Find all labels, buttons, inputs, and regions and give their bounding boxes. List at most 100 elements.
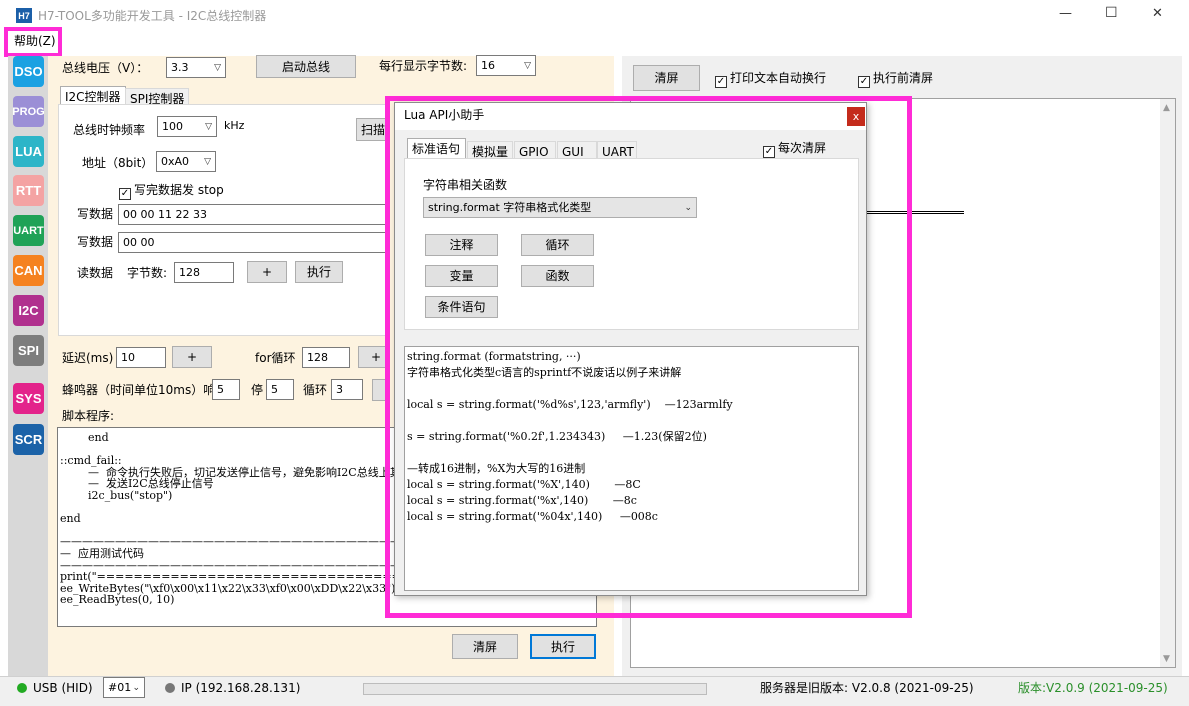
chevron-down-icon: ▽ (524, 60, 531, 71)
cycle-input[interactable]: 3 (331, 379, 363, 400)
stop-after-write-label: 写完数据发 stop (134, 183, 224, 197)
sidebar-item-can[interactable]: CAN (13, 255, 44, 286)
read-exec-button[interactable]: 执行 (295, 261, 343, 283)
clock-value: 100 (162, 120, 183, 133)
ip-status: IP (192.168.28.131) (181, 681, 301, 695)
sidebar-item-lua[interactable]: LUA (13, 136, 44, 167)
addr-label: 地址（8bit） (82, 156, 154, 170)
window-title: H7-TOOL多功能开发工具 - I2C总线控制器 (38, 9, 267, 23)
buzzer-on-input[interactable]: 5 (212, 379, 240, 400)
variable-button[interactable]: 变量 (425, 265, 498, 287)
function-select[interactable]: string.format 字符串格式化类型 ⌄ (423, 197, 697, 218)
dialog-output-line: 字符串格式化类型c语言的sprintf不说废话以例子来讲解 (407, 366, 682, 379)
dialog-output-line: —转成16进制，%X为大写的16进制 (407, 462, 586, 475)
sidebar-item-sys[interactable]: SYS (13, 383, 44, 414)
bytes-per-line-value: 16 (481, 59, 495, 72)
minimize-button[interactable]: — (1059, 7, 1072, 21)
dialog-title: Lua API小助手 (404, 108, 485, 122)
usb-status: USB (HID) (33, 681, 93, 695)
read-data-label: 读数据 (77, 266, 114, 280)
sidebar-item-rtt[interactable]: RTT (13, 175, 44, 206)
usb-status-dot (17, 683, 27, 693)
sidebar-item-dso[interactable]: DSO (13, 56, 44, 87)
chevron-down-icon: ▽ (205, 121, 212, 132)
write-data-input[interactable]: 00 00 11 22 33 (118, 204, 390, 225)
sidebar-item-i2c[interactable]: I2C (13, 295, 44, 326)
clear-before-exec-label: 执行前清屏 (873, 71, 934, 85)
check-icon: ✓ (715, 76, 727, 88)
read-bytes-label: 字节数: (127, 266, 168, 280)
stop-after-write-checkbox[interactable]: ✓ 写完数据发 stop (119, 183, 224, 200)
check-icon: ✓ (858, 76, 870, 88)
wrap-text-label: 打印文本自动换行 (730, 71, 827, 85)
console-scrollbar[interactable] (1160, 99, 1175, 667)
dialog-output[interactable]: string.format (formatstring, ···) 字符串格式化类… (404, 346, 859, 591)
sidebar-item-scr[interactable]: SCR (13, 424, 44, 455)
app-logo: H7 (16, 8, 32, 23)
addr-select[interactable]: 0xA0 ▽ (156, 151, 216, 172)
check-icon: ✓ (763, 146, 775, 158)
maximize-button[interactable]: ☐ (1105, 6, 1118, 20)
comment-button[interactable]: 注释 (425, 234, 498, 256)
loop-button[interactable]: 循环 (521, 234, 594, 256)
dialog-output-line: local s = string.format('%X',140) —8C (407, 478, 641, 491)
device-select[interactable]: #01 ⌄ (103, 677, 145, 698)
chevron-down-icon: ⌄ (132, 682, 140, 693)
dialog-checkbox-clear-each[interactable]: ✓ 每次清屏 (763, 141, 826, 158)
clock-label: 总线时钟频率 (73, 123, 146, 137)
clock-select[interactable]: 100 ▽ (157, 116, 217, 137)
for-loop-label: for循环 (255, 351, 296, 365)
scroll-up-icon[interactable]: ▲ (1163, 101, 1170, 115)
right-clear-button[interactable]: 清屏 (633, 65, 700, 91)
function-select-value: string.format 字符串格式化类型 (428, 201, 592, 214)
wrap-text-checkbox[interactable]: ✓ 打印文本自动换行 (715, 71, 826, 88)
read-plus-button[interactable]: + (247, 261, 287, 283)
sidebar-item-uart[interactable]: UART (13, 215, 44, 246)
script-line: end (60, 512, 81, 526)
read-bytes-input[interactable]: 128 (174, 262, 234, 283)
clear-before-exec-checkbox[interactable]: ✓ 执行前清屏 (858, 71, 933, 88)
sidebar-item-prog[interactable]: PROG (12, 96, 45, 127)
scroll-down-icon[interactable]: ▼ (1163, 652, 1170, 666)
voltage-select[interactable]: 3.3 ▽ (166, 57, 226, 78)
voltage-label: 总线电压（V）： (62, 61, 149, 75)
start-bus-button[interactable]: 启动总线 (256, 55, 356, 78)
dialog-tab-0[interactable]: 标准语句 (407, 138, 466, 159)
chevron-down-icon: ▽ (204, 156, 211, 167)
script-line: ee_ReadBytes(0, 10) (60, 593, 175, 607)
dialog-output-line: string.format (formatstring, ···) (407, 350, 581, 363)
write-data-label-2: 写数据 (77, 235, 114, 249)
addr-value: 0xA0 (161, 155, 190, 168)
dialog-output-line: local s = string.format('%04x',140) —008… (407, 510, 658, 523)
script-line: end (60, 431, 109, 444)
app-version: 版本:V2.0.9 (2021-09-25) (1018, 681, 1168, 695)
write-data-input-2[interactable]: 00 00 (118, 232, 390, 253)
sidebar-item-spi[interactable]: SPI (13, 335, 44, 366)
script-line: i2c_bus("stop") (60, 489, 173, 502)
dialog-output-line: local s = string.format('%x',140) —8c (407, 494, 637, 507)
buzzer-off-input[interactable]: 5 (266, 379, 294, 400)
chevron-down-icon: ⌄ (684, 202, 692, 213)
clear-each-label: 每次清屏 (778, 141, 827, 155)
bytes-per-line-select[interactable]: 16 ▽ (476, 55, 536, 76)
chevron-down-icon: ▽ (214, 62, 221, 73)
script-clear-button[interactable]: 清屏 (452, 634, 518, 659)
check-icon: ✓ (119, 188, 131, 200)
write-data-label: 写数据 (77, 207, 114, 221)
dialog-output-line: s = string.format('%0.2f',1.234343) —1.2… (407, 430, 707, 443)
script-label: 脚本程序: (62, 409, 115, 423)
function-button[interactable]: 函数 (521, 265, 594, 287)
for-loop-input[interactable]: 128 (302, 347, 350, 368)
cycle-label: 循环 (303, 383, 328, 397)
delay-plus-button[interactable]: + (172, 346, 212, 368)
buzzer-stop-label: 停 (251, 383, 264, 397)
conditional-button[interactable]: 条件语句 (425, 296, 498, 318)
delay-input[interactable]: 10 (116, 347, 166, 368)
help-menu[interactable]: 帮助(Z) (14, 34, 56, 48)
progress-bar (363, 683, 707, 695)
script-exec-button[interactable]: 执行 (530, 634, 596, 659)
close-button[interactable]: ✕ (1152, 7, 1163, 21)
dialog-close-button[interactable]: x (847, 107, 865, 126)
clock-unit: kHz (224, 119, 245, 132)
bytes-per-line-label: 每行显示字节数: (379, 59, 468, 73)
